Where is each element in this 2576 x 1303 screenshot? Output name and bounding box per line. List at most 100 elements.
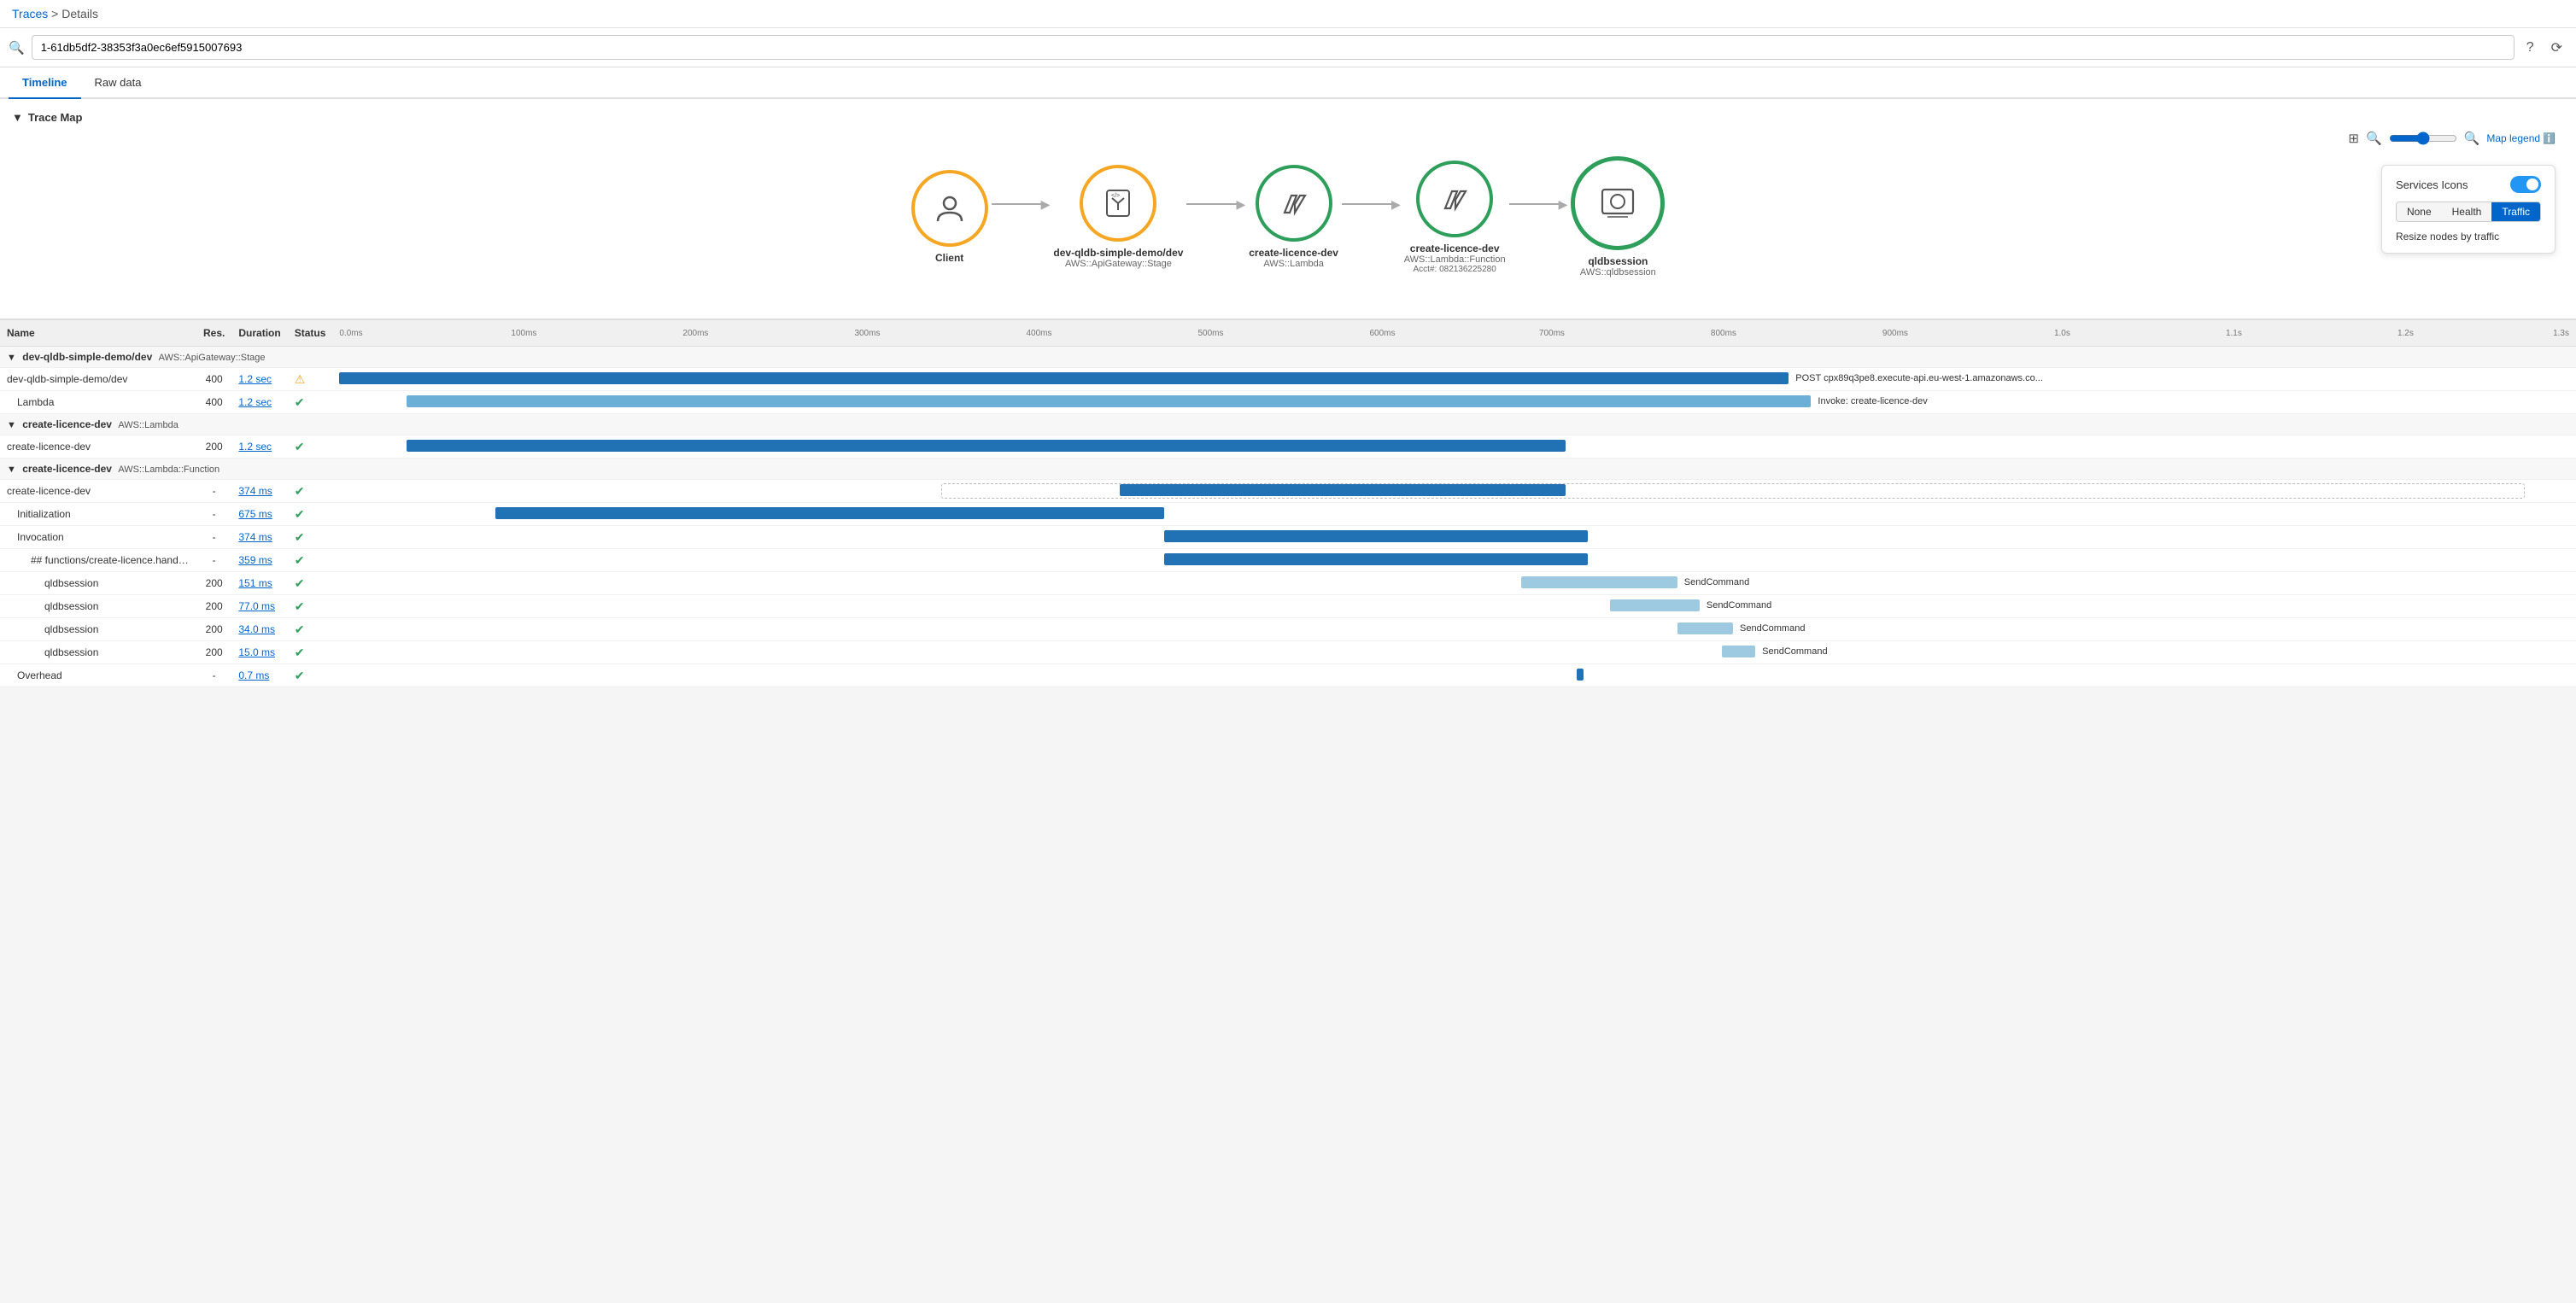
row-duration-0-1: 1.2 sec — [231, 391, 287, 414]
bar-label: SendCommand — [1681, 576, 1749, 588]
duration-link-2-0[interactable]: 374 ms — [238, 485, 272, 497]
row-status-1-0: ✔ — [288, 435, 333, 459]
row-name-2-2: Invocation — [0, 526, 196, 549]
duration-link-2-5[interactable]: 77.0 ms — [238, 600, 275, 612]
services-icons-toggle[interactable] — [2510, 176, 2541, 193]
row-duration-2-6: 34.0 ms — [231, 618, 287, 641]
table-row: ## functions/create-licence.handler - 35… — [0, 549, 2576, 572]
status-ok-icon: ✔ — [295, 646, 305, 659]
bar-label: SendCommand — [1736, 622, 1805, 634]
table-row: create-licence-dev - 374 ms ✔ — [0, 480, 2576, 503]
tick-800: 800ms — [1711, 329, 1736, 338]
resize-by-traffic-label: Resize nodes by traffic — [2396, 231, 2541, 242]
legend-panel: Services Icons None Health Traffic Resiz… — [2381, 165, 2556, 254]
row-name-2-5: qldbsession — [0, 595, 196, 618]
group-collapse-g3[interactable]: ▼ — [7, 465, 16, 475]
row-status-2-0: ✔ — [288, 480, 333, 503]
group-label-g2: ▼ create-licence-dev AWS::Lambda — [0, 414, 332, 435]
status-ok-icon: ✔ — [295, 484, 305, 498]
duration-link-2-6[interactable]: 34.0 ms — [238, 623, 275, 635]
row-duration-2-3: 359 ms — [231, 549, 287, 572]
refresh-button[interactable]: ⟳ — [2546, 38, 2567, 58]
timeline-section: Name Res. Duration Status 0.0ms 100ms 20… — [0, 319, 2576, 687]
row-res-1-0: 200 — [196, 435, 231, 459]
row-res-2-1: - — [196, 503, 231, 526]
map-legend-label: Map legend — [2486, 132, 2540, 144]
duration-link-2-4[interactable]: 151 ms — [238, 577, 272, 589]
breadcrumb-traces-link[interactable]: Traces — [12, 7, 48, 20]
resize-health-button[interactable]: Health — [2442, 202, 2492, 221]
status-warn-icon: ⚠ — [295, 372, 306, 386]
row-name-0-0: dev-qldb-simple-demo/dev — [0, 368, 196, 391]
status-ok-icon: ✔ — [295, 599, 305, 613]
tick-500: 500ms — [1197, 329, 1223, 338]
duration-link-2-7[interactable]: 15.0 ms — [238, 646, 275, 658]
duration-link-1-0[interactable]: 1.2 sec — [238, 441, 272, 453]
zoom-slider[interactable] — [2389, 131, 2457, 145]
row-bar-2-6: SendCommand — [332, 618, 2576, 641]
tick-13: 1.3s — [2553, 329, 2569, 338]
row-res-2-7: 200 — [196, 641, 231, 664]
resize-none-button[interactable]: None — [2397, 202, 2442, 221]
row-bar-2-0 — [332, 480, 2576, 503]
row-bar-0-0: POST cpx89q3pe8.execute-api.eu-west-1.am… — [332, 368, 2576, 391]
table-row: Lambda 400 1.2 sec ✔ Invoke: create-lice… — [0, 391, 2576, 414]
client-icon — [934, 192, 966, 225]
row-bar-2-2 — [332, 526, 2576, 549]
tick-1s: 1.0s — [2054, 329, 2070, 338]
node-label-qldb: qldbsession AWS::qldbsession — [1580, 255, 1656, 278]
bar-2-1 — [495, 507, 1164, 519]
group-collapse-g2[interactable]: ▼ — [7, 420, 16, 430]
row-duration-2-0: 374 ms — [231, 480, 287, 503]
bar-label: Invoke: create-licence-dev — [1814, 395, 1927, 407]
row-status-0-0: ⚠ — [288, 368, 333, 391]
zoom-in-button[interactable]: 🔍 — [2464, 131, 2480, 146]
row-bar-2-8 — [332, 664, 2576, 687]
col-header-name: Name — [0, 320, 196, 347]
svg-text:</>: </> — [1111, 193, 1120, 199]
zoom-out-button[interactable]: 🔍 — [2366, 131, 2382, 146]
connector-2: ▶ — [1186, 197, 1245, 212]
duration-link-2-3[interactable]: 359 ms — [238, 554, 272, 566]
fit-view-button[interactable]: ⊞ — [2348, 131, 2359, 146]
tab-rawdata[interactable]: Raw data — [81, 67, 155, 99]
duration-link-2-1[interactable]: 675 ms — [238, 508, 272, 520]
breadcrumb-separator: > — [51, 7, 58, 20]
duration-link-2-8[interactable]: 0.7 ms — [238, 669, 269, 681]
connector-1: ▶ — [992, 197, 1051, 212]
tab-timeline[interactable]: Timeline — [9, 67, 81, 99]
table-row: Overhead - 0.7 ms ✔ — [0, 664, 2576, 687]
bar-2-3 — [1164, 553, 1588, 565]
tick-200: 200ms — [682, 329, 708, 338]
row-res-2-5: 200 — [196, 595, 231, 618]
row-duration-2-2: 374 ms — [231, 526, 287, 549]
search-input[interactable] — [32, 35, 2515, 60]
table-row: dev-qldb-simple-demo/dev 400 1.2 sec ⚠ P… — [0, 368, 2576, 391]
help-button[interactable]: ? — [2521, 38, 2539, 57]
row-bar-0-1: Invoke: create-licence-dev — [332, 391, 2576, 414]
node-circle-lambda1 — [1256, 165, 1332, 242]
table-row: create-licence-dev 200 1.2 sec ✔ — [0, 435, 2576, 459]
duration-link-0-1[interactable]: 1.2 sec — [238, 396, 272, 408]
row-status-2-4: ✔ — [288, 572, 333, 595]
map-legend-button[interactable]: Map legend ℹ️ — [2486, 132, 2556, 144]
duration-link-0-0[interactable]: 1.2 sec — [238, 373, 272, 385]
status-ok-icon: ✔ — [295, 507, 305, 521]
tab-bar: Timeline Raw data — [0, 67, 2576, 99]
status-ok-icon: ✔ — [295, 553, 305, 567]
group-collapse-g1[interactable]: ▼ — [7, 353, 16, 363]
bar-0-1 — [407, 395, 1812, 407]
tick-400: 400ms — [1026, 329, 1051, 338]
duration-link-2-2[interactable]: 374 ms — [238, 531, 272, 543]
bar-2-2 — [1164, 530, 1588, 542]
qldb-icon — [1595, 181, 1640, 225]
table-row: qldbsession 200 34.0 ms ✔ SendCommand — [0, 618, 2576, 641]
trace-map-header[interactable]: ▼ Trace Map — [12, 108, 2564, 131]
group-label-g3: ▼ create-licence-dev AWS::Lambda::Functi… — [0, 459, 332, 480]
resize-traffic-button[interactable]: Traffic — [2491, 202, 2540, 221]
tick-900: 900ms — [1882, 329, 1908, 338]
node-label-lambda1: create-licence-dev AWS::Lambda — [1249, 247, 1338, 269]
status-ok-icon: ✔ — [295, 669, 305, 682]
service-node-qldb: qldbsession AWS::qldbsession — [1571, 156, 1665, 278]
tick-700: 700ms — [1539, 329, 1565, 338]
